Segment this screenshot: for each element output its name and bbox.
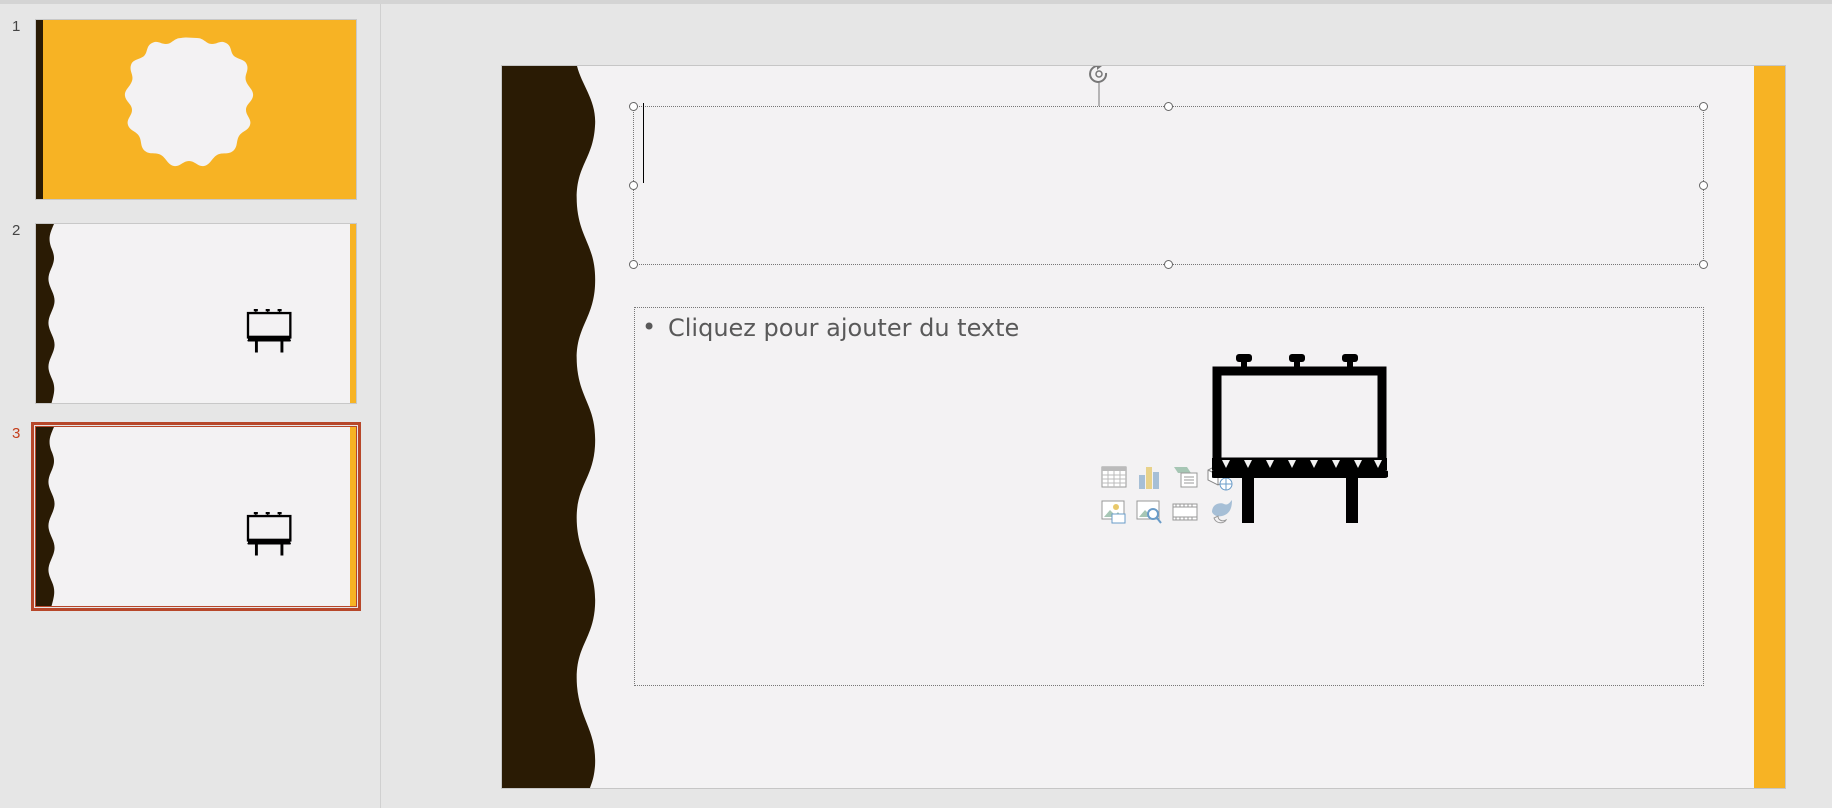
resize-handle-right[interactable] <box>1699 181 1708 190</box>
online-pictures-icon[interactable] <box>1135 498 1163 526</box>
pictures-icon[interactable] <box>1100 498 1128 526</box>
smartart-icon[interactable] <box>1171 463 1199 491</box>
slide-thumbnail-1[interactable] <box>35 19 357 200</box>
content-placeholder[interactable] <box>634 307 1704 686</box>
resize-handle-top-right[interactable] <box>1699 102 1708 111</box>
rotate-handle-icon[interactable] <box>1086 66 1112 106</box>
slide-thumbnail-2[interactable] <box>35 223 357 404</box>
text-cursor <box>643 103 644 183</box>
accent-bar <box>1754 66 1785 788</box>
resize-handle-bottom[interactable] <box>1164 260 1173 269</box>
title-placeholder[interactable] <box>633 106 1704 265</box>
wavy-side-band <box>502 66 596 788</box>
slide-2-preview <box>36 224 356 403</box>
current-slide[interactable]: • Cliquez pour ajouter du texte <box>502 66 1785 788</box>
slide-thumbnail-3[interactable] <box>31 422 361 611</box>
billboard-icon <box>1212 354 1388 523</box>
slide-1-preview <box>36 20 254 199</box>
table-icon[interactable] <box>1100 463 1128 491</box>
resize-handle-bottom-left[interactable] <box>629 260 638 269</box>
slide-number-1: 1 <box>12 18 21 35</box>
slide-3-preview <box>36 427 356 606</box>
chart-icon[interactable] <box>1135 463 1163 491</box>
video-icon[interactable] <box>1171 498 1199 526</box>
resize-handle-bottom-right[interactable] <box>1699 260 1708 269</box>
resize-handle-top-left[interactable] <box>629 102 638 111</box>
slide-number-3: 3 <box>12 425 21 442</box>
resize-handle-left[interactable] <box>629 181 638 190</box>
body-placeholder-text[interactable]: Cliquez pour ajouter du texte <box>668 314 1019 342</box>
slide-thumbnail-panel[interactable]: 1 2 3 <box>0 4 381 808</box>
bullet-mark: • <box>642 313 657 341</box>
slide-number-2: 2 <box>12 222 21 239</box>
resize-handle-top[interactable] <box>1164 102 1173 111</box>
